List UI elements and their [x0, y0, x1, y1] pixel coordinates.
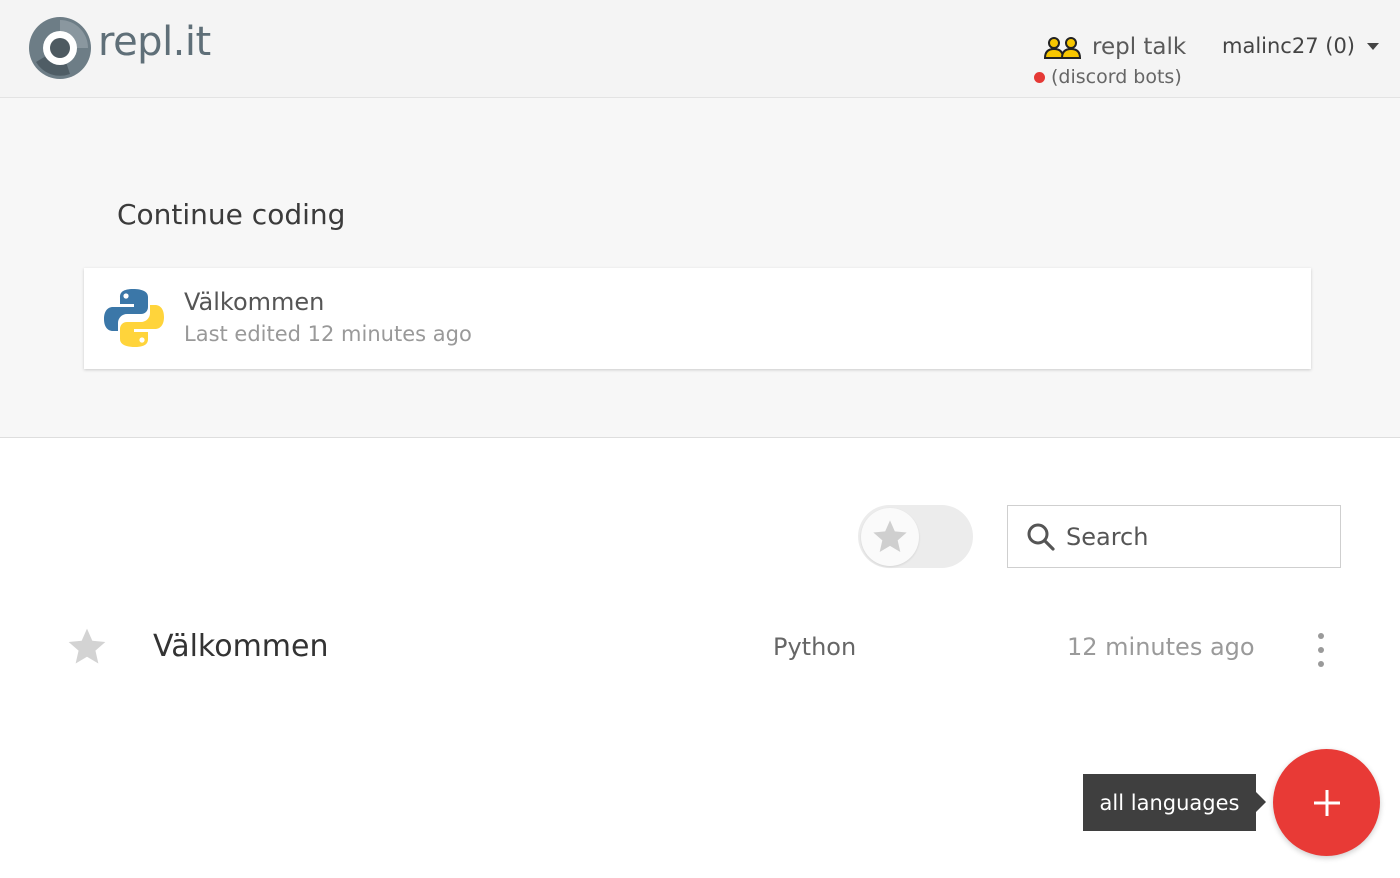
recent-repl-card[interactable]: Välkommen Last edited 12 minutes ago [84, 268, 1311, 369]
repl-talk-label: repl talk [1092, 34, 1187, 60]
menu-dot [1318, 647, 1324, 653]
repl-row[interactable]: Välkommen Python 12 minutes ago [0, 615, 1400, 685]
python-icon [104, 289, 164, 347]
repl-talk-link[interactable]: repl talk (discord bots) [1034, 34, 1194, 94]
section-title: Continue coding [117, 198, 346, 231]
repl-language: Python [773, 633, 857, 661]
star-icon[interactable] [65, 625, 109, 669]
continue-coding-section: Continue coding Välkommen Last edited 12… [0, 98, 1400, 438]
repl-name[interactable]: Välkommen [153, 629, 329, 664]
replit-logo-icon [29, 17, 91, 79]
search-input[interactable] [1066, 516, 1326, 558]
repl-time: 12 minutes ago [1067, 633, 1255, 661]
card-title: Välkommen [184, 288, 325, 316]
user-label: malinc27 (0) [1222, 34, 1355, 58]
star-icon [873, 520, 907, 552]
toggle-knob [861, 508, 919, 566]
plus-icon [1313, 789, 1340, 816]
more-vertical-icon[interactable] [1308, 633, 1334, 667]
fab-tooltip: all languages [1083, 774, 1256, 831]
status-dot-icon [1034, 71, 1045, 83]
repl-talk-status: (discord bots) [1034, 66, 1182, 88]
replit-logo[interactable]: repl.it [26, 14, 211, 82]
user-menu[interactable]: malinc27 (0) [1222, 34, 1379, 58]
card-subtitle: Last edited 12 minutes ago [184, 322, 472, 346]
logo-text: repl.it [98, 19, 211, 65]
tooltip-arrow [1256, 792, 1266, 812]
top-bar: repl.it repl talk (discord bots) malinc2… [0, 0, 1400, 98]
repl-talk-sub-label: (discord bots) [1051, 66, 1182, 88]
chevron-down-icon [1367, 42, 1379, 50]
search-icon [1027, 523, 1055, 551]
menu-dot [1318, 633, 1324, 639]
menu-dot [1318, 661, 1324, 667]
new-repl-button[interactable] [1273, 749, 1380, 856]
favorites-toggle[interactable] [858, 505, 973, 568]
users-icon [1044, 37, 1082, 59]
search-box [1007, 505, 1341, 568]
